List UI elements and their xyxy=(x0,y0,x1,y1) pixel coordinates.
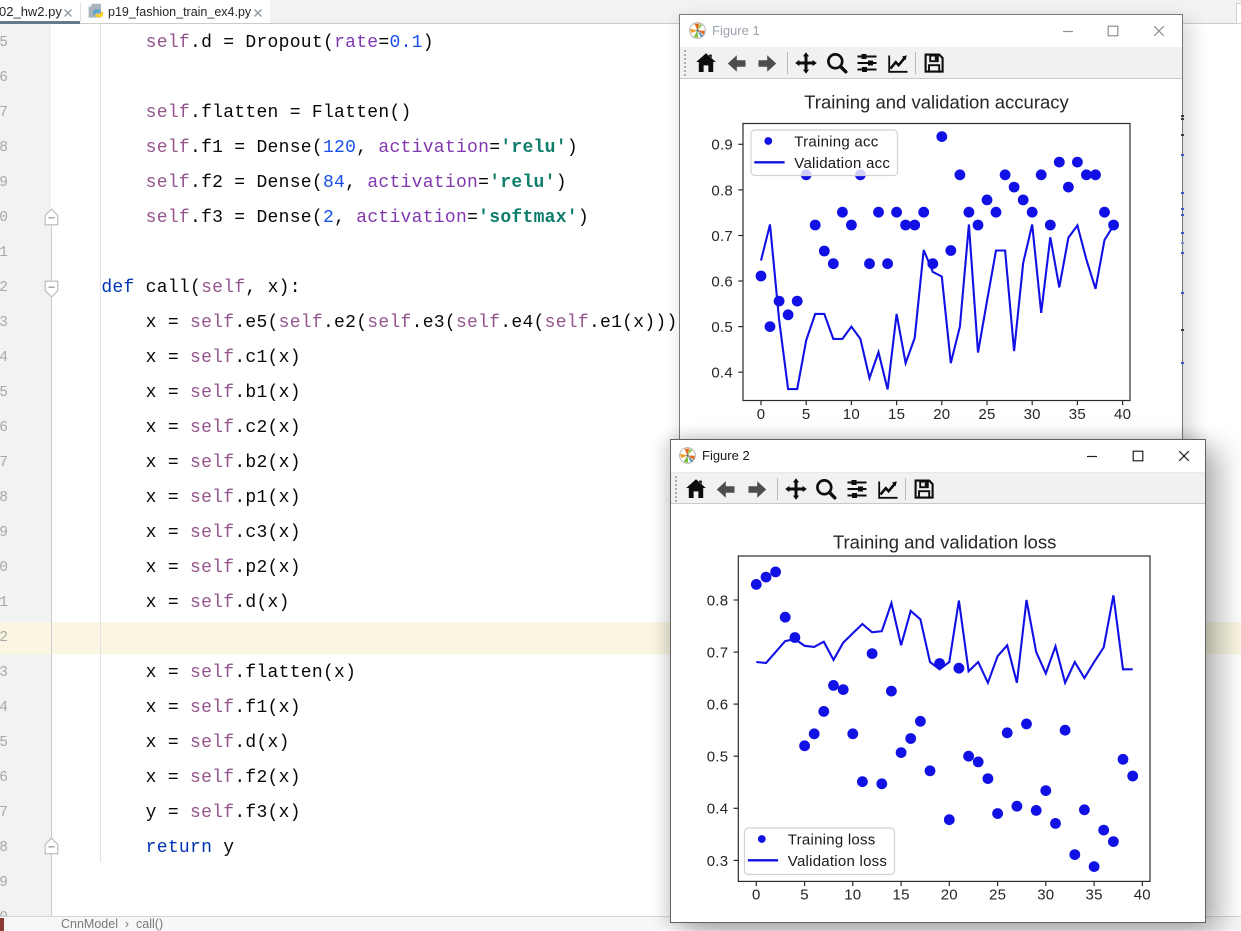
svg-text:0.7: 0.7 xyxy=(711,228,733,245)
svg-text:15: 15 xyxy=(888,406,905,423)
svg-text:40: 40 xyxy=(1134,887,1151,904)
svg-text:0.3: 0.3 xyxy=(707,853,729,870)
svg-text:0.7: 0.7 xyxy=(707,645,729,662)
svg-text:10: 10 xyxy=(843,406,860,423)
svg-text:5: 5 xyxy=(802,406,811,423)
svg-text:10: 10 xyxy=(844,887,861,904)
svg-text:Training acc: Training acc xyxy=(794,133,878,150)
svg-text:25: 25 xyxy=(989,887,1006,904)
svg-text:20: 20 xyxy=(933,406,950,423)
svg-text:0.4: 0.4 xyxy=(707,801,729,818)
svg-text:35: 35 xyxy=(1086,887,1103,904)
svg-text:Validation loss: Validation loss xyxy=(788,853,887,870)
svg-text:Validation acc: Validation acc xyxy=(794,155,890,172)
svg-text:Training and validation loss: Training and validation loss xyxy=(833,532,1057,553)
svg-text:35: 35 xyxy=(1069,406,1086,423)
svg-text:15: 15 xyxy=(893,887,910,904)
svg-text:0.9: 0.9 xyxy=(711,137,733,154)
svg-text:0.4: 0.4 xyxy=(711,365,733,382)
svg-text:0: 0 xyxy=(757,406,766,423)
svg-text:Training and validation accura: Training and validation accuracy xyxy=(804,92,1069,113)
svg-text:Training loss: Training loss xyxy=(788,831,876,848)
svg-text:0.5: 0.5 xyxy=(711,319,733,336)
svg-text:5: 5 xyxy=(800,887,809,904)
svg-text:40: 40 xyxy=(1114,406,1131,423)
svg-text:25: 25 xyxy=(978,406,995,423)
svg-text:0.8: 0.8 xyxy=(711,182,733,199)
svg-text:0.6: 0.6 xyxy=(707,697,729,714)
svg-text:20: 20 xyxy=(941,887,958,904)
svg-text:30: 30 xyxy=(1024,406,1041,423)
svg-text:0.8: 0.8 xyxy=(707,592,729,609)
svg-text:30: 30 xyxy=(1037,887,1054,904)
svg-text:0: 0 xyxy=(752,887,761,904)
svg-text:0.6: 0.6 xyxy=(711,273,733,290)
svg-text:0.5: 0.5 xyxy=(707,749,729,766)
